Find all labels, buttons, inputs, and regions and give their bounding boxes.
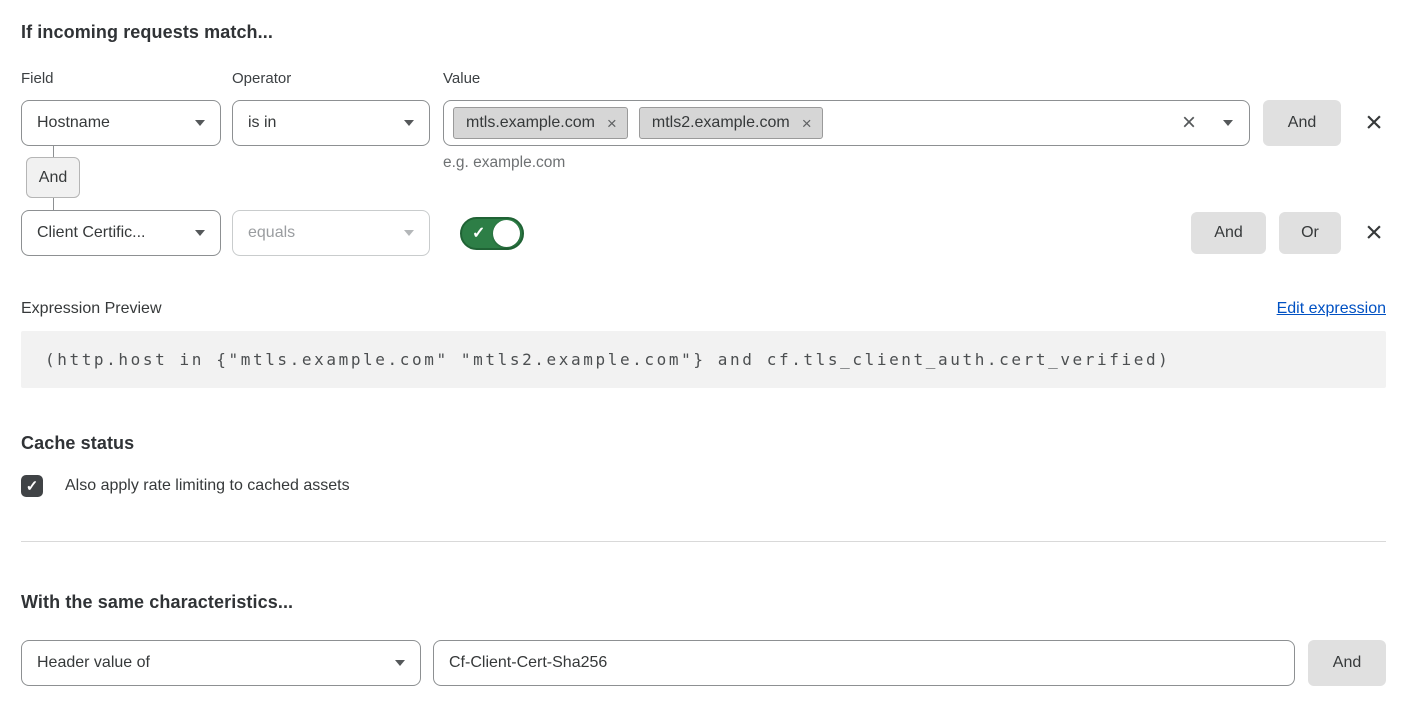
chevron-down-icon: [404, 120, 414, 126]
value-helper-text: e.g. example.com: [443, 154, 565, 172]
value-tag: mtls.example.com ×: [453, 107, 628, 139]
operator-select-2: equals: [232, 210, 430, 256]
connector-and-chip[interactable]: And: [26, 157, 80, 198]
field-select-2[interactable]: Client Certific...: [21, 210, 221, 256]
field-select-1-value: Hostname: [37, 114, 110, 132]
rule-row-2: Client Certific... equals ✓ And Or ×: [21, 210, 1386, 256]
chevron-down-icon: [404, 230, 414, 236]
toggle-knob: [493, 220, 520, 247]
remove-rule-icon[interactable]: ×: [1362, 108, 1386, 138]
value-tag-text: mtls.example.com: [466, 114, 595, 132]
cached-assets-checkbox[interactable]: ✓: [21, 475, 43, 497]
header-name-input[interactable]: [433, 640, 1295, 686]
add-characteristic-button[interactable]: And: [1308, 640, 1386, 686]
connector-line: [53, 198, 54, 210]
expression-preview-label: Expression Preview: [21, 300, 162, 318]
add-and-condition-button-1[interactable]: And: [1263, 100, 1341, 146]
field-select-1[interactable]: Hostname: [21, 100, 221, 146]
rule-row-1: Hostname is in mtls.example.com × mtls2.…: [21, 100, 1386, 146]
operator-select-2-value: equals: [248, 224, 295, 242]
cache-checkbox-row: ✓ Also apply rate limiting to cached ass…: [21, 475, 1386, 497]
value-column-label: Value: [443, 70, 1386, 87]
clear-values-icon[interactable]: ×: [1182, 111, 1196, 135]
operator-select-1-value: is in: [248, 114, 276, 132]
chevron-down-icon[interactable]: [1223, 120, 1233, 126]
add-or-condition-button-2[interactable]: Or: [1279, 212, 1341, 254]
operator-column-label: Operator: [232, 70, 443, 87]
characteristics-row: Header value of And: [21, 640, 1386, 686]
check-icon: ✓: [472, 223, 485, 243]
value-tag: mtls2.example.com ×: [639, 107, 823, 139]
operator-select-1[interactable]: is in: [232, 100, 430, 146]
tag-remove-icon[interactable]: ×: [607, 115, 617, 132]
add-and-condition-button-2[interactable]: And: [1191, 212, 1266, 254]
tag-remove-icon[interactable]: ×: [802, 115, 812, 132]
cached-assets-checkbox-label: Also apply rate limiting to cached asset…: [65, 477, 350, 495]
edit-expression-link[interactable]: Edit expression: [1277, 300, 1386, 318]
cache-status-title: Cache status: [21, 433, 1386, 454]
characteristic-select[interactable]: Header value of: [21, 640, 421, 686]
value-controls: ×: [1182, 111, 1240, 135]
characteristic-select-value: Header value of: [37, 654, 150, 672]
section-divider: [21, 541, 1386, 542]
chevron-down-icon: [195, 230, 205, 236]
expression-preview-header: Expression Preview Edit expression: [21, 300, 1386, 318]
cert-verified-toggle[interactable]: ✓: [460, 217, 524, 250]
chevron-down-icon: [195, 120, 205, 126]
characteristics-title: With the same characteristics...: [21, 592, 1386, 613]
value-tag-text: mtls2.example.com: [652, 114, 790, 132]
expression-code: (http.host in {"mtls.example.com" "mtls2…: [21, 331, 1386, 388]
field-select-2-value: Client Certific...: [37, 224, 145, 242]
connector-band: And e.g. example.com: [21, 146, 1386, 210]
value-multiselect-1[interactable]: mtls.example.com × mtls2.example.com × ×: [443, 100, 1250, 146]
connector-line: [53, 146, 54, 157]
chevron-down-icon: [395, 660, 405, 666]
rule-builder-page: If incoming requests match... Field Oper…: [0, 0, 1420, 686]
remove-rule-icon[interactable]: ×: [1362, 218, 1386, 248]
match-section-title: If incoming requests match...: [21, 22, 1386, 43]
column-labels: Field Operator Value: [21, 70, 1386, 87]
field-column-label: Field: [21, 70, 232, 87]
check-icon: ✓: [26, 477, 39, 495]
